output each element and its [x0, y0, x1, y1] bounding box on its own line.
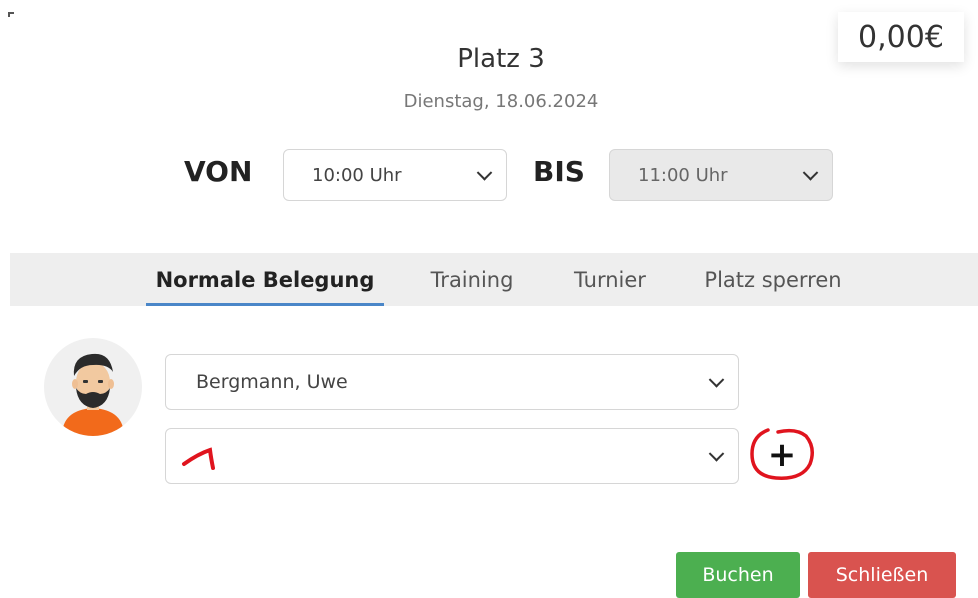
- tab-turnier[interactable]: Turnier: [566, 253, 654, 306]
- person-icon: [62, 353, 124, 436]
- from-label: VON: [184, 155, 253, 188]
- annotation-circle: [750, 428, 814, 480]
- close-button[interactable]: Schließen: [808, 552, 956, 598]
- tab-training[interactable]: Training: [422, 253, 522, 306]
- annotation-mark: [182, 447, 215, 470]
- tab-label: Normale Belegung: [155, 267, 375, 292]
- chevron-down-icon: [802, 165, 819, 181]
- book-button[interactable]: Buchen: [676, 552, 800, 598]
- chevron-down-icon: [708, 372, 725, 388]
- player-1-value: Bergmann, Uwe: [196, 371, 348, 393]
- to-time-select[interactable]: 11:00 Uhr: [609, 149, 833, 201]
- from-time-value: 10:00 Uhr: [312, 164, 402, 186]
- to-label: BIS: [533, 155, 585, 188]
- chevron-down-icon: [708, 446, 725, 462]
- tab-label: Turnier: [574, 267, 646, 292]
- to-time-value: 11:00 Uhr: [638, 164, 728, 186]
- tab-label: Training: [430, 267, 514, 292]
- court-title: Platz 3: [457, 44, 545, 74]
- from-time-select[interactable]: 10:00 Uhr: [283, 149, 507, 201]
- booking-type-tabs: Normale Belegung Training Turnier Platz …: [10, 253, 978, 306]
- tab-label: Platz sperren: [704, 267, 842, 292]
- tab-normale-belegung[interactable]: Normale Belegung: [146, 253, 384, 306]
- player-2-select[interactable]: [165, 428, 739, 484]
- player-1-select[interactable]: Bergmann, Uwe: [165, 354, 739, 410]
- tab-platz-sperren[interactable]: Platz sperren: [698, 253, 848, 306]
- chevron-down-icon: [476, 165, 493, 181]
- avatar: [44, 338, 142, 436]
- corner-mark: [8, 12, 14, 17]
- booking-date: Dienstag, 18.06.2024: [403, 91, 599, 112]
